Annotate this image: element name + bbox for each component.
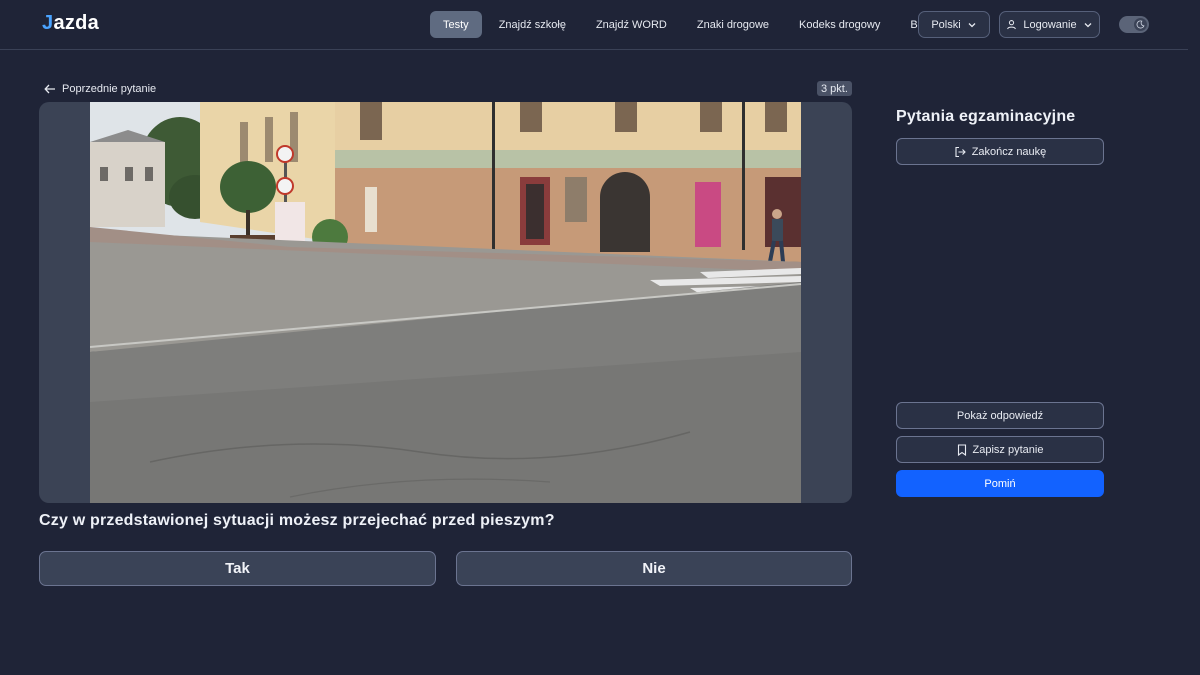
top-header: Jazda Testy Znajdź szkołę Znajdź WORD Zn… <box>0 0 1188 50</box>
chevron-down-icon <box>1083 20 1093 30</box>
bookmark-icon <box>957 443 967 456</box>
logout-icon <box>954 146 966 158</box>
skip-label: Pomiń <box>984 477 1016 490</box>
skip-button[interactable]: Pomiń <box>896 470 1104 497</box>
save-question-button[interactable]: Zapisz pytanie <box>896 436 1104 463</box>
main-nav: Testy Znajdź szkołę Znajdź WORD Znaki dr… <box>430 11 949 38</box>
jazda-logo[interactable]: Jazda <box>42 12 99 35</box>
user-icon <box>1006 19 1017 30</box>
answer-no-button[interactable]: Nie <box>456 551 852 586</box>
end-learning-label: Zakończ naukę <box>971 145 1047 158</box>
street-scene-image <box>90 102 801 503</box>
nav-item-road-signs[interactable]: Znaki drogowe <box>684 11 782 38</box>
show-answer-button[interactable]: Pokaż odpowiedź <box>896 402 1104 429</box>
nav-item-testy[interactable]: Testy <box>430 11 482 38</box>
points-badge: 3 pkt. <box>817 81 852 96</box>
moon-icon <box>1134 18 1147 31</box>
sidebar-title: Pytania egzaminacyjne <box>896 108 1076 125</box>
question-text: Czy w przedstawionej sytuacji możesz prz… <box>39 512 555 529</box>
save-question-label: Zapisz pytanie <box>972 443 1044 456</box>
nav-item-find-school[interactable]: Znajdź szkołę <box>486 11 579 38</box>
language-dropdown[interactable]: Polski <box>918 11 990 38</box>
chevron-down-icon <box>967 20 977 30</box>
previous-question-label: Poprzednie pytanie <box>62 83 157 95</box>
nav-item-find-word[interactable]: Znajdź WORD <box>583 11 680 38</box>
answer-yes-button[interactable]: Tak <box>39 551 436 586</box>
arrow-left-icon <box>44 84 56 94</box>
login-label: Logowanie <box>1023 18 1077 31</box>
end-learning-button[interactable]: Zakończ naukę <box>896 138 1104 165</box>
show-answer-label: Pokaż odpowiedź <box>956 409 1044 422</box>
theme-toggle[interactable] <box>1119 16 1149 33</box>
previous-question-link[interactable]: Poprzednie pytanie <box>44 81 156 97</box>
language-label: Polski <box>931 18 961 31</box>
login-dropdown[interactable]: Logowanie <box>999 11 1100 38</box>
question-media[interactable] <box>39 102 852 503</box>
nav-item-road-code[interactable]: Kodeks drogowy <box>786 11 893 38</box>
